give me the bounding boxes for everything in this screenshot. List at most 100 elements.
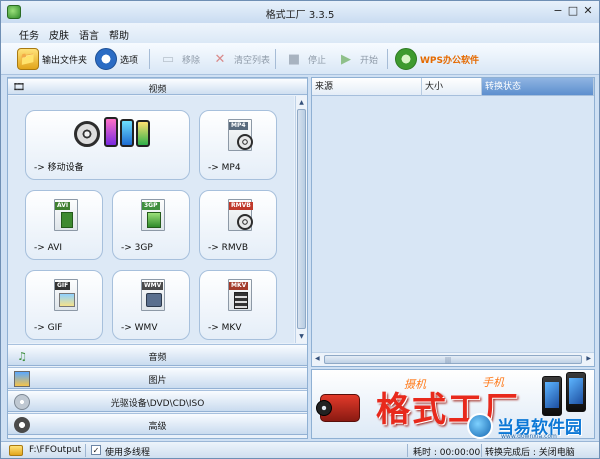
stop-icon: ■ [287, 51, 301, 67]
wps-office-button[interactable]: WPS办公软件 [395, 47, 479, 71]
scroll-right-icon[interactable]: ▶ [586, 355, 591, 362]
column-size[interactable]: 大小 [422, 78, 482, 96]
wmv-file-icon: WMV [137, 279, 167, 315]
category-video[interactable]: 🎞 视频 [8, 78, 307, 95]
toolbar-divider [149, 49, 150, 69]
multithread-checkbox[interactable]: ✓ [91, 445, 101, 455]
avi-file-icon: AVI [50, 199, 80, 235]
format-gif-label: -> GIF [34, 323, 63, 333]
format-wmv-button[interactable]: WMV -> WMV [112, 270, 190, 340]
stop-button[interactable]: ■ 停止 [283, 47, 326, 71]
menu-skin[interactable]: 皮肤 [49, 27, 69, 42]
category-disc[interactable]: 光驱设备\DVD\CD\ISO [8, 390, 307, 412]
video-format-grid: -> 移动设备 MP4 -> MP4 AVI -> AVI 3GP -> 3GP [8, 96, 294, 343]
start-label: 开始 [360, 55, 379, 66]
grip-icon: ||| [445, 357, 452, 364]
phone-icon [542, 376, 562, 416]
toolbar-divider [275, 49, 276, 69]
output-folder-button[interactable]: 📁 输出文件夹 [17, 47, 87, 71]
scroll-down-icon[interactable]: ▼ [297, 331, 306, 342]
category-image-label: 图片 [148, 376, 167, 386]
status-divider [407, 444, 408, 457]
title-bar: 格式工厂 3.3.5 − □ ✕ [1, 1, 599, 23]
menu-language[interactable]: 语言 [79, 27, 99, 42]
format-mkv-button[interactable]: MKV -> MKV [199, 270, 277, 340]
mobile-devices-icon [74, 117, 154, 153]
options-button[interactable]: 选项 [95, 47, 138, 71]
output-folder-icon[interactable] [9, 445, 23, 456]
site-watermark: 当易软件园 www.downxia.com [467, 411, 597, 443]
multithread-label: 使用多线程 [105, 448, 151, 458]
format-avi-button[interactable]: AVI -> AVI [25, 190, 103, 260]
folder-icon: 📁 [17, 48, 39, 70]
output-folder-label: 输出文件夹 [42, 55, 88, 66]
menu-help[interactable]: 帮助 [109, 27, 129, 42]
category-audio[interactable]: ♫ 音频 [8, 344, 307, 366]
category-advanced-label: 高级 [148, 422, 167, 432]
format-mkv-label: -> MKV [208, 323, 242, 333]
rmvb-tag: RMVB [229, 202, 253, 210]
status-bar: F:\FFOutput ✓ 使用多线程 耗时 : 00:00:00 转换完成后 … [1, 441, 599, 458]
column-source[interactable]: 来源 [312, 78, 422, 96]
mkv-file-icon: MKV [224, 279, 254, 315]
app-window: 格式工厂 3.3.5 − □ ✕ 任务 皮肤 语言 帮助 📁 输出文件夹 选项 … [0, 0, 600, 459]
format-mp4-button[interactable]: MP4 -> MP4 [199, 110, 277, 180]
after-completion-action[interactable]: 转换完成后 : 关闭电脑 [485, 445, 575, 458]
menu-task[interactable]: 任务 [19, 27, 39, 42]
3gp-tag: 3GP [142, 202, 160, 210]
menu-bar: 任务 皮肤 语言 帮助 [1, 23, 599, 43]
gif-file-icon: GIF [50, 279, 80, 315]
close-button[interactable]: ✕ [579, 4, 597, 19]
format-3gp-button[interactable]: 3GP -> 3GP [112, 190, 190, 260]
wps-office-label: WPS办公软件 [420, 55, 480, 66]
remove-document-icon: ▭ [161, 51, 175, 67]
clear-x-icon: ✕ [214, 51, 226, 67]
status-divider [481, 444, 482, 457]
start-play-icon: ▶ [341, 51, 351, 67]
options-gear-icon [95, 48, 117, 70]
clear-list-button[interactable]: ✕ 清空列表 [209, 47, 270, 71]
mp4-tag: MP4 [229, 122, 248, 130]
format-avi-label: -> AVI [34, 243, 63, 253]
format-mobile-device-button[interactable]: -> 移动设备 [25, 110, 190, 180]
column-status[interactable]: 转换状态 [482, 78, 594, 96]
category-disc-label: 光驱设备\DVD\CD\ISO [110, 399, 205, 409]
status-divider [85, 444, 86, 457]
phone-icon [566, 372, 586, 412]
mp4-file-icon: MP4 [224, 119, 254, 155]
mkv-tag: MKV [229, 282, 249, 290]
scroll-left-icon[interactable]: ◀ [315, 355, 320, 362]
hscroll-thumb[interactable]: ||| [324, 355, 582, 364]
start-button[interactable]: ▶ 开始 [335, 47, 378, 71]
format-mobile-device-label: -> 移动设备 [34, 163, 84, 173]
scroll-thumb[interactable] [297, 109, 306, 329]
options-label: 选项 [120, 55, 139, 66]
watermark-url: www.downxia.com [501, 433, 557, 440]
scroll-up-icon[interactable]: ▲ [297, 97, 306, 108]
toolbar: 📁 输出文件夹 选项 ▭ 移除 ✕ 清空列表 ■ 停止 ▶ 开始 WPS办公软件 [1, 43, 599, 75]
wps-logo-icon [395, 48, 417, 70]
category-image[interactable]: 图片 [8, 367, 307, 389]
output-path: F:\FFOutput [29, 445, 82, 455]
stop-label: 停止 [308, 55, 327, 66]
avi-tag: AVI [55, 202, 71, 210]
remove-button[interactable]: ▭ 移除 [157, 47, 200, 71]
format-gif-button[interactable]: GIF -> GIF [25, 270, 103, 340]
clear-list-label: 清空列表 [234, 55, 271, 66]
toolbar-divider [387, 49, 388, 69]
format-grid-scrollbar[interactable]: ▲ ▼ [295, 96, 307, 343]
category-audio-label: 音频 [148, 353, 167, 363]
3gp-file-icon: 3GP [137, 199, 167, 235]
format-mp4-label: -> MP4 [208, 163, 241, 173]
remove-label: 移除 [182, 55, 201, 66]
task-list[interactable]: 来源 大小 转换状态 ◀ ||| ▶ [311, 77, 595, 367]
category-panel: 🎞 视频 -> 移动设备 MP4 -> MP4 AVI -> AVI 3GP -… [7, 77, 308, 439]
format-3gp-label: -> 3GP [121, 243, 153, 253]
elapsed-time: 耗时 : 00:00:00 [413, 448, 481, 458]
gif-tag: GIF [55, 282, 71, 290]
category-advanced[interactable]: 高级 [8, 413, 307, 435]
window-title: 格式工厂 3.3.5 [265, 10, 335, 21]
format-rmvb-label: -> RMVB [208, 243, 248, 253]
format-rmvb-button[interactable]: RMVB -> RMVB [199, 190, 277, 260]
task-list-hscrollbar[interactable]: ◀ ||| ▶ [312, 352, 594, 366]
